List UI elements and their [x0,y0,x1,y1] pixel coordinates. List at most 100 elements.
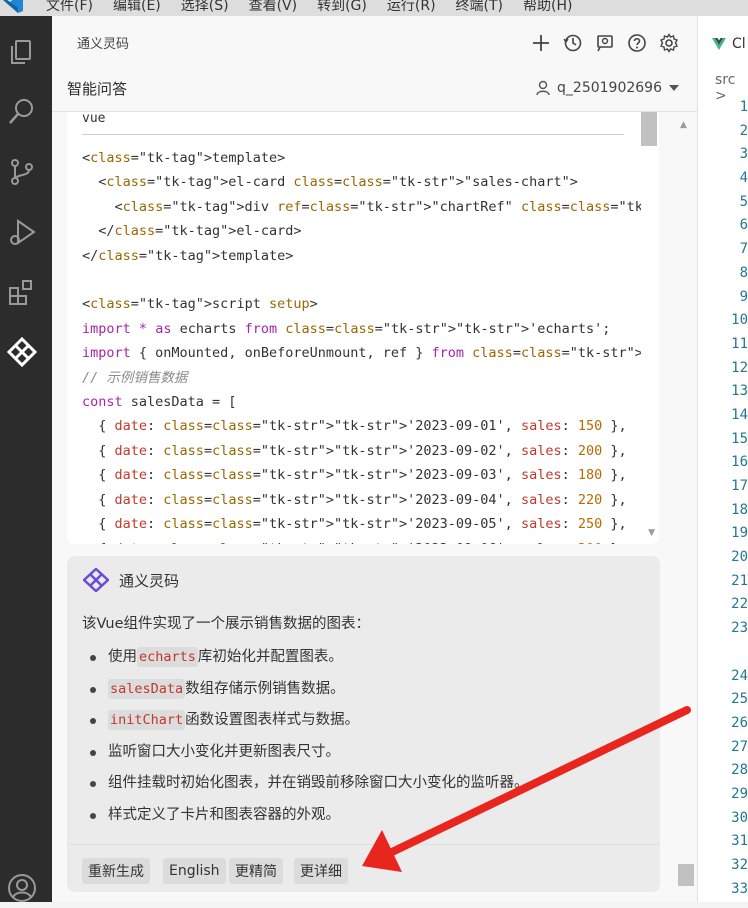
menu-item[interactable]: 文件(F) [46,0,93,15]
code-line: { date: class=class="tk-str">"tk-str">'2… [82,491,627,508]
scroll-down-arrow-icon[interactable]: ▼ [648,528,655,538]
menu-item[interactable]: 帮助(H) [523,0,572,15]
panel-scrollbar-thumb[interactable] [678,864,694,886]
answer-intro: 该Vue组件实现了一个展示销售数据的图表： [82,616,371,632]
menu-bar: 文件(F) 编辑(E) 选择(S) 查看(V) 转到(G) 运行(R) 终端(T) 帮助(H) [0,0,748,16]
tongyi-lingma-logo-icon [83,568,109,592]
panel-scroll-up-arrow-icon[interactable]: ▲ [680,120,687,130]
line-number: 12 [731,359,748,376]
answer-bullet: salesData 数组存储示例销售数据。 [82,674,652,706]
code-line: { date: class=class="tk-str">"tk-str">'2… [82,418,627,435]
run-debug-icon[interactable] [6,216,38,248]
line-number: 27 [731,738,748,755]
explorer-icon[interactable] [6,36,38,68]
line-number: 1 [739,99,748,115]
answer-bullet: 使用 echarts 库初始化并配置图表。 [82,642,652,674]
code-line: </class="tk-tag">template> [82,247,294,264]
regenerate-button[interactable]: 重新生成 [82,858,150,884]
line-number: 28 [731,762,748,779]
settings-button[interactable] [658,32,680,54]
code-header-divider [82,134,624,135]
code-line: { date: class=class="tk-str">"tk-str">'2… [82,516,627,533]
history-button[interactable] [562,32,584,54]
user-icon [536,80,550,96]
line-number: 23 [731,620,748,637]
activity-bar [0,16,52,902]
code-scrollbar[interactable]: ▼ [641,112,659,544]
code-line: { date: class=class="tk-str">"tk-str">'2… [82,467,627,484]
panel-title: 通义灵码 [77,36,130,52]
code-scrollbar-thumb[interactable] [641,112,657,146]
line-number: 26 [731,714,748,731]
source-control-icon[interactable] [6,156,38,188]
more-concise-button[interactable]: 更精简 [229,858,283,884]
answer-header: 通义灵码 [83,568,179,592]
line-number: 2 [739,122,748,139]
answer-bullet: initChart 函数设置图表样式与数据。 [82,705,652,737]
search-icon[interactable] [6,96,38,128]
code-line: <class="tk-tag">template> [82,150,286,166]
english-button[interactable]: English [163,858,226,884]
code-line: import { onMounted, onBeforeUnmount, ref… [82,345,659,362]
code-line: { date: class=class="tk-str">"tk-str">'2… [82,537,642,545]
code-line: { date: class=class="tk-str">"tk-str">'2… [82,442,627,459]
gear-icon [660,33,678,53]
tab-smart-qa[interactable]: 智能问答 [67,78,127,99]
tongyi-lingma-icon[interactable] [6,336,38,368]
account-icon[interactable] [6,872,38,904]
tongyi-panel: 通义灵码 智能问答 q_2501902696 vue <class="tk-ta… [52,16,698,902]
line-number: 19 [731,525,748,542]
inline-code: initChart [108,710,186,730]
user-selector[interactable]: q_2501902696 [535,80,680,96]
answer-bullet: 样式定义了卡片和图表容器的外观。 [82,800,652,832]
line-number: 15 [731,430,748,447]
assistant-name: 通义灵码 [119,571,180,590]
menu-item[interactable]: 运行(R) [387,0,436,15]
extensions-icon[interactable] [6,276,38,308]
feedback-button[interactable] [594,32,616,54]
help-icon [628,34,646,52]
menu-item[interactable]: 终端(T) [456,0,503,15]
line-number: 25 [731,691,748,708]
line-number: 30 [731,809,748,826]
line-number: 13 [731,383,748,400]
line-number: 9 [739,288,748,305]
inline-code: echarts [137,647,198,667]
line-number [698,641,748,665]
code-line: // 示例销售数据 [82,369,188,386]
menu-item[interactable]: 转到(G) [317,0,367,15]
menu-item[interactable]: 编辑(E) [113,0,161,15]
code-language-label: vue [82,112,106,126]
tab-bar: 智能问答 q_2501902696 [52,68,698,112]
answer-card: 通义灵码 该Vue组件实现了一个展示销售数据的图表： 使用 echarts 库初始化… [67,556,660,892]
editor-tab-label: Cl [732,36,746,52]
line-number: 22 [731,596,748,613]
line-number: 29 [731,785,748,802]
editor-area: Cl src > 1 2 3 4 5 6 7 8 9 10 11 12 13 14 15 16 17 18 19 20… [698,16,748,902]
user-feedback-icon [597,35,613,52]
line-number: 7 [739,241,748,258]
help-button[interactable] [626,32,648,54]
line-number-gutter: 1 2 3 4 5 6 7 8 9 10 11 12 13 14 15 16 17 18 19 20 21 22 23 24 2… [698,96,748,901]
line-number: 5 [739,193,748,210]
menu-item[interactable]: 查看(V) [249,0,298,15]
line-number: 14 [731,406,748,423]
line-number: 11 [731,335,748,352]
line-number: 10 [731,312,748,329]
line-number: 8 [739,264,748,281]
menu-item[interactable]: 选择(S) [181,0,229,15]
line-number: 3 [739,146,748,163]
editor-tab[interactable]: Cl [712,36,746,52]
line-number: 24 [731,667,748,684]
line-number: 31 [731,833,748,850]
code-content: <class="tk-tag">template> <class="tk-tag… [82,146,660,545]
code-line: import * as echarts from class=class="tk… [82,320,611,337]
more-detailed-button[interactable]: 更详细 [294,858,348,884]
line-number: 4 [739,170,748,187]
new-chat-button[interactable] [530,32,552,54]
line-number: 16 [731,454,748,471]
vue-file-icon [712,38,726,50]
line-number: 20 [731,549,748,566]
code-line: <class="tk-tag">div ref=class="tk-str">"… [82,198,660,215]
